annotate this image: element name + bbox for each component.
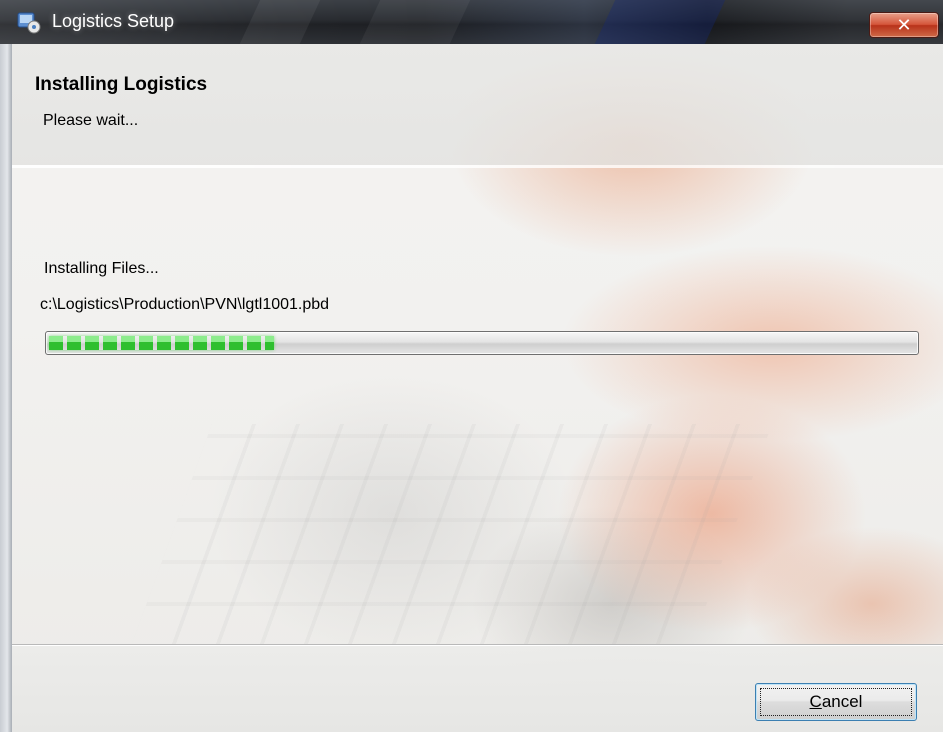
close-icon: ✕ <box>896 14 912 35</box>
install-progress-bar <box>45 331 919 355</box>
background-keyboard <box>131 424 773 644</box>
cancel-button[interactable]: Cancel <box>755 683 917 721</box>
page-title: Installing Logistics <box>35 74 208 95</box>
focus-rectangle <box>760 688 912 716</box>
window-title: Logistics Setup <box>52 11 175 31</box>
button-bar: Cancel <box>12 644 943 732</box>
setup-window: Logistics Setup ✕ Installing Logistics P… <box>0 0 943 732</box>
page-subtitle: Please wait... <box>43 112 139 129</box>
title-bar[interactable]: Logistics Setup ✕ <box>0 0 943 44</box>
progress-bar-fill <box>49 336 274 350</box>
header-divider <box>12 165 943 168</box>
client-area: Installing Logistics Please wait... Inst… <box>12 44 943 732</box>
close-button[interactable]: ✕ <box>869 12 939 38</box>
header-panel <box>12 44 943 165</box>
window-frame-left <box>0 44 12 732</box>
current-file-path: c:\Logistics\Production\PVN\lgtl1001.pbd <box>40 296 330 313</box>
install-status-label: Installing Files... <box>44 260 159 277</box>
setup-app-icon <box>17 12 41 34</box>
